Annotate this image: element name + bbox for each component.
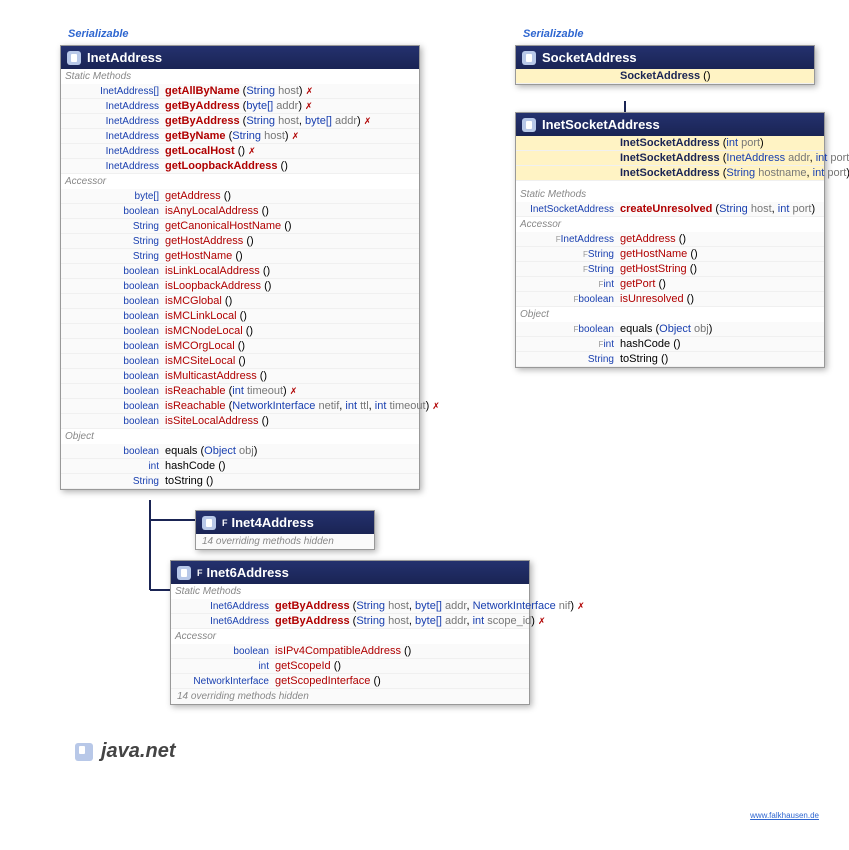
method-row: booleanisSiteLocalAddress () [61,414,419,429]
method-row: StringgetCanonicalHostName () [61,219,419,234]
interface-label-serializable: Serializable [68,28,129,40]
method-row: Inet6AddressgetByAddress (String host, b… [171,599,529,614]
section-label-object: Object [516,307,824,322]
method-row: intgetScopeId () [171,659,529,674]
method-row: inthashCode () [61,459,419,474]
class-icon [75,743,93,761]
class-header: InetSocketAddress [516,113,824,136]
method-row: booleanisMCNodeLocal () [61,324,419,339]
class-title: Inet6Address [207,565,289,580]
constructor-list: SocketAddress () [516,69,814,84]
method-row: booleanisMCOrgLocal () [61,339,419,354]
method-row: Fbooleanequals (Object obj) [516,322,824,337]
method-row: StringtoString () [61,474,419,489]
constructor-list: InetSocketAddress (int port)InetSocketAd… [516,136,824,181]
accessor-methods-list: byte[]getAddress ()booleanisAnyLocalAddr… [61,189,419,429]
method-row: booleanisReachable (NetworkInterface net… [61,399,419,414]
method-row: InetAddressgetLocalHost () ✗ [61,144,419,159]
method-row: FintgetPort () [516,277,824,292]
class-inet4address: F Inet4Address 14 overriding methods hid… [195,510,375,550]
method-row: InetSocketAddresscreateUnresolved (Strin… [516,202,824,217]
method-row: booleanisAnyLocalAddress () [61,204,419,219]
method-row: StringgetHostName () [61,249,419,264]
method-row: InetAddress[]getAllByName (String host) … [61,84,419,99]
method-row: InetAddressgetByName (String host) ✗ [61,129,419,144]
method-row: booleanisMCLinkLocal () [61,309,419,324]
method-row: InetAddressgetByAddress (byte[] addr) ✗ [61,99,419,114]
method-row: StringgetHostAddress () [61,234,419,249]
footer-link[interactable]: www.falkhausen.de [750,811,819,820]
static-methods-list: Inet6AddressgetByAddress (String host, b… [171,599,529,629]
class-socketaddress: SocketAddress SocketAddress () [515,45,815,85]
section-label-accessor: Accessor [516,217,824,232]
section-label-static: Static Methods [516,187,824,202]
method-row: FStringgetHostString () [516,262,824,277]
section-label-object: Object [61,429,419,444]
method-row: StringtoString () [516,352,824,367]
method-row: booleanisReachable (int timeout) ✗ [61,384,419,399]
class-inetaddress: InetAddress Static Methods InetAddress[]… [60,45,420,490]
class-icon [522,51,536,65]
class-title: InetAddress [87,50,162,65]
class-icon [202,516,216,530]
method-row: FbooleanisUnresolved () [516,292,824,307]
constructor-row: InetSocketAddress (int port) [516,136,824,151]
class-header: F Inet6Address [171,561,529,584]
section-label-static: Static Methods [171,584,529,599]
class-icon [177,566,191,580]
interface-label-serializable: Serializable [523,28,584,40]
package-name: java.net [101,740,175,763]
overriding-note: 14 overriding methods hidden [171,689,529,704]
class-inetsocketaddress: InetSocketAddress InetSocketAddress (int… [515,112,825,368]
class-title: InetSocketAddress [542,117,660,132]
overriding-note: 14 overriding methods hidden [196,534,374,549]
constructor-row: InetSocketAddress (String hostname, int … [516,166,824,181]
class-icon [522,118,536,132]
method-row: FinthashCode () [516,337,824,352]
class-header: InetAddress [61,46,419,69]
class-header: SocketAddress [516,46,814,69]
method-row: booleanisMulticastAddress () [61,369,419,384]
method-row: InetAddressgetLoopbackAddress () [61,159,419,174]
constructor-row: InetSocketAddress (InetAddress addr, int… [516,151,824,166]
method-row: booleanisLinkLocalAddress () [61,264,419,279]
accessor-methods-list: booleanisIPv4CompatibleAddress ()intgetS… [171,644,529,689]
class-inet6address: F Inet6Address Static Methods Inet6Addre… [170,560,530,705]
method-row: byte[]getAddress () [61,189,419,204]
section-label-static: Static Methods [61,69,419,84]
section-label-accessor: Accessor [171,629,529,644]
method-row: NetworkInterfacegetScopedInterface () [171,674,529,689]
static-methods-list: InetAddress[]getAllByName (String host) … [61,84,419,174]
package-label: java.net [75,740,175,763]
class-header: F Inet4Address [196,511,374,534]
class-icon [67,51,81,65]
final-marker: F [222,518,228,528]
method-row: booleanequals (Object obj) [61,444,419,459]
method-row: FStringgetHostName () [516,247,824,262]
method-row: FInetAddressgetAddress () [516,232,824,247]
object-methods-list: Fbooleanequals (Object obj)FinthashCode … [516,322,824,367]
class-title: SocketAddress [542,50,637,65]
method-row: booleanisLoopbackAddress () [61,279,419,294]
method-row: booleanisIPv4CompatibleAddress () [171,644,529,659]
method-row: Inet6AddressgetByAddress (String host, b… [171,614,529,629]
section-label-accessor: Accessor [61,174,419,189]
method-row: booleanisMCGlobal () [61,294,419,309]
final-marker: F [197,568,203,578]
class-title: Inet4Address [232,515,314,530]
object-methods-list: booleanequals (Object obj)inthashCode ()… [61,444,419,489]
accessor-methods-list: FInetAddressgetAddress ()FStringgetHostN… [516,232,824,307]
constructor-row: SocketAddress () [516,69,814,84]
static-methods-list: InetSocketAddresscreateUnresolved (Strin… [516,202,824,217]
method-row: InetAddressgetByAddress (String host, by… [61,114,419,129]
method-row: booleanisMCSiteLocal () [61,354,419,369]
